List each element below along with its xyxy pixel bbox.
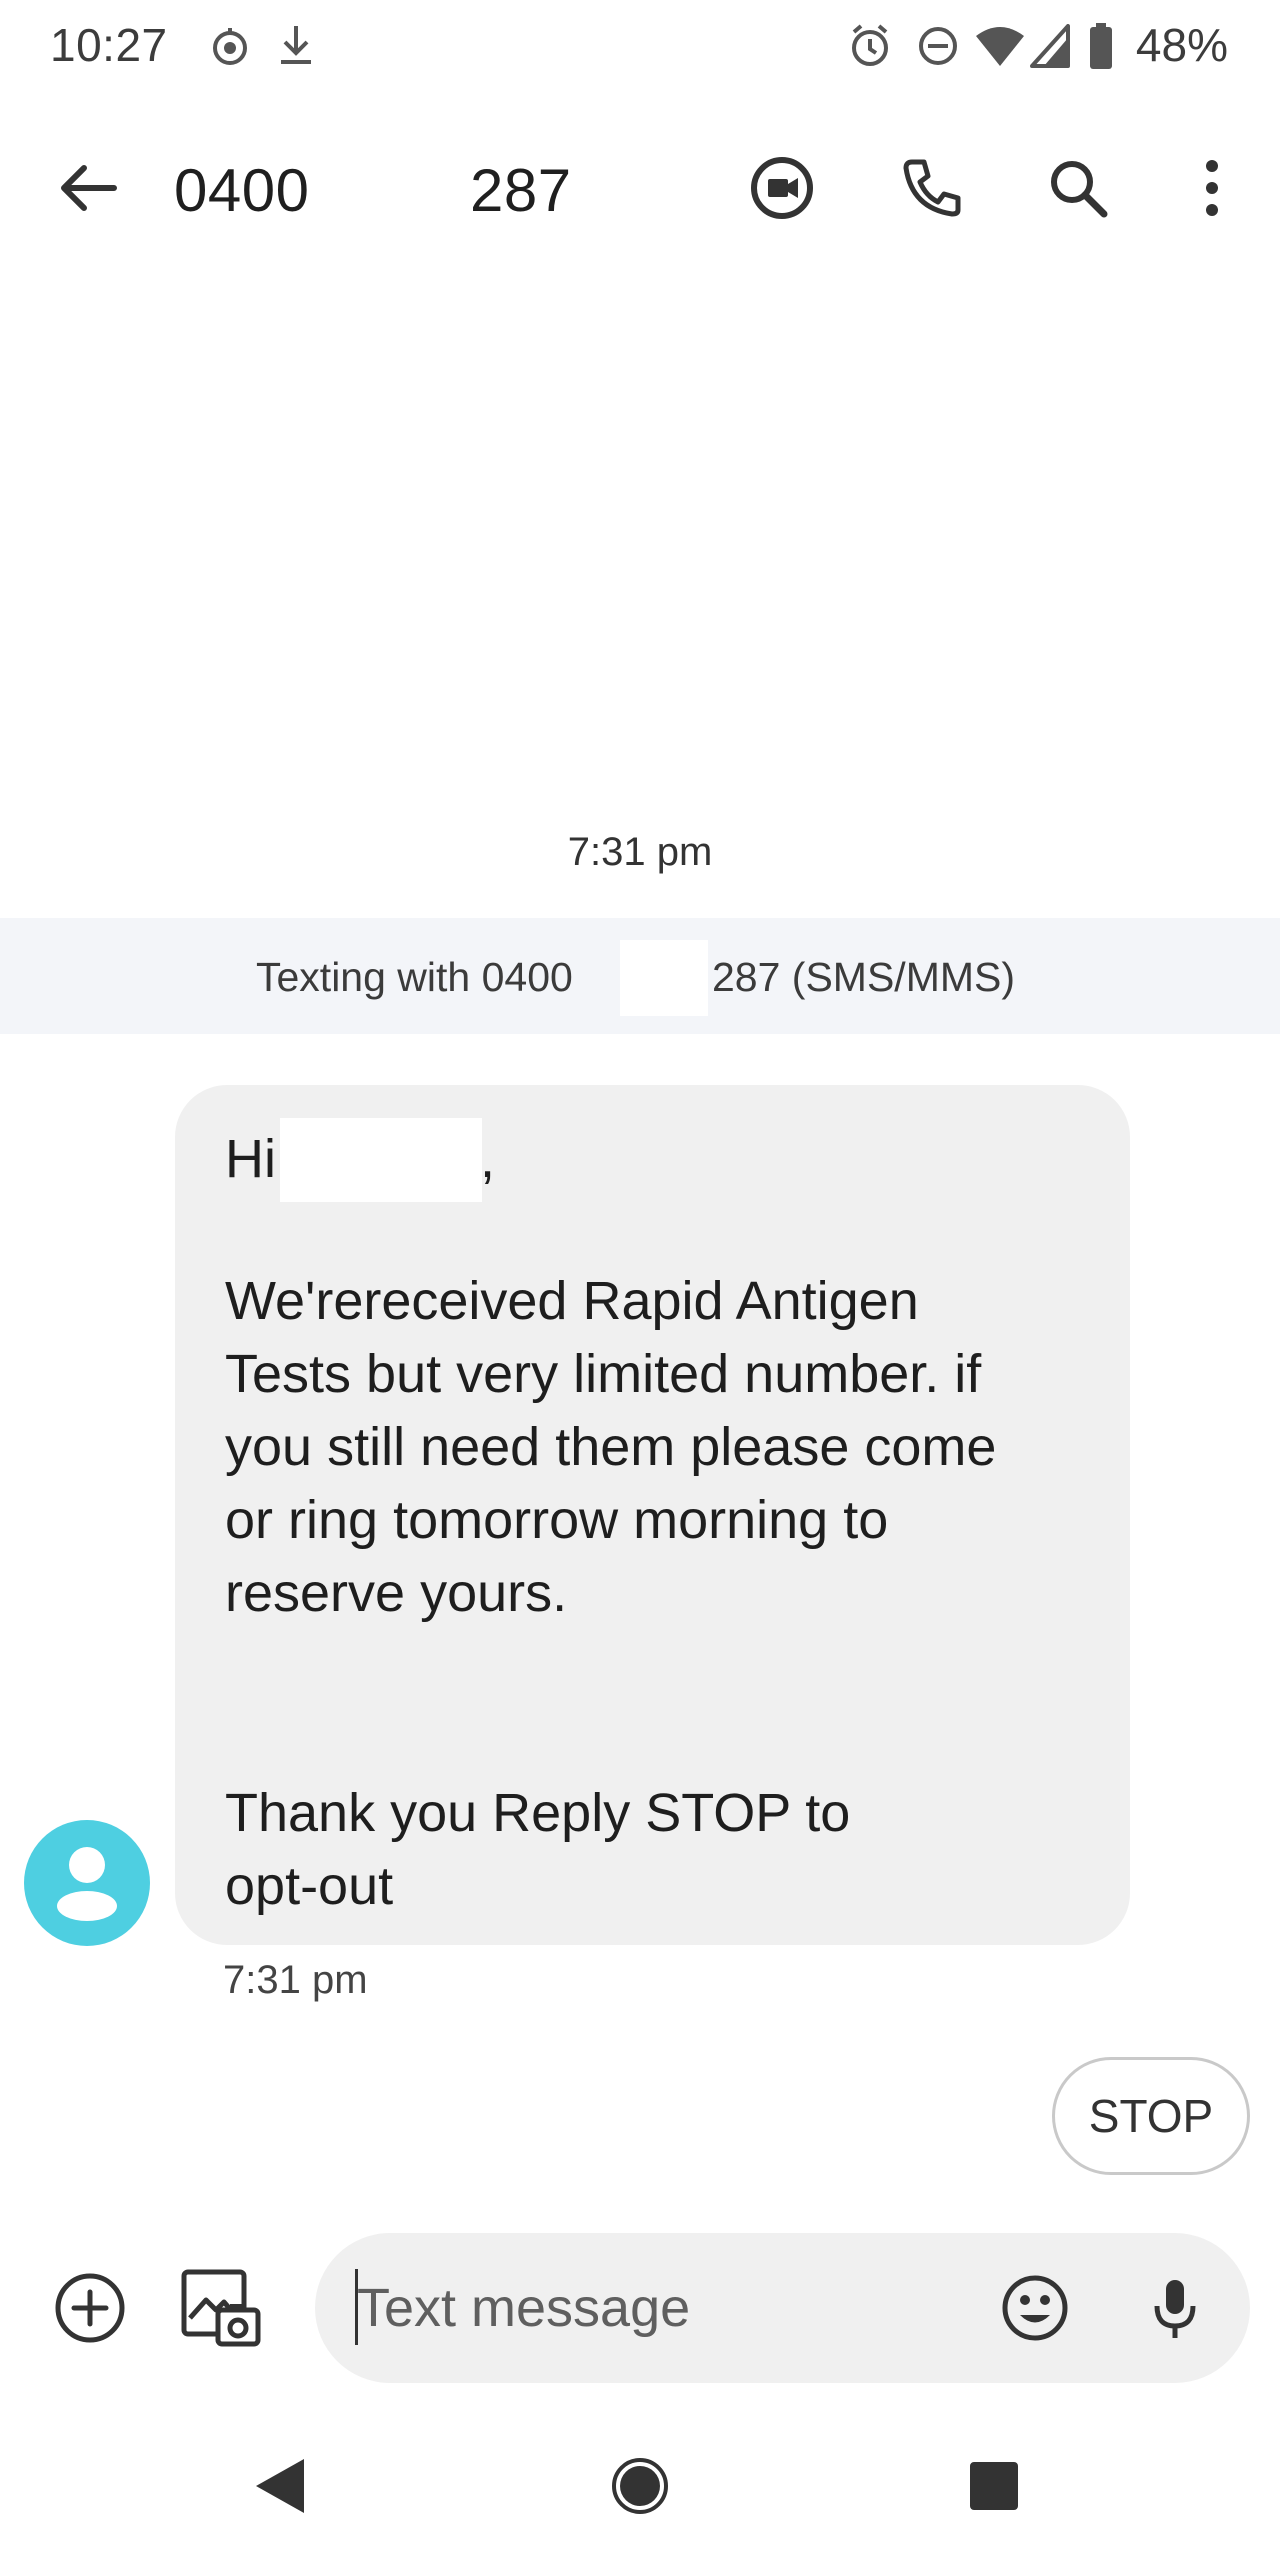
battery-percent: 48% — [1135, 19, 1228, 71]
nav-back-icon[interactable] — [250, 2455, 310, 2517]
status-time: 10:27 — [50, 19, 168, 71]
message-line: you still need them please come — [225, 1417, 997, 1477]
data-saver-icon — [213, 28, 247, 65]
contact-number-suffix: 287 — [470, 157, 572, 224]
message-line: opt-out — [225, 1856, 394, 1916]
banner-text-suffix: 287 (SMS/MMS) — [712, 954, 1015, 1000]
message-line: or ring tomorrow morning to — [225, 1490, 889, 1550]
status-bar: 10:27 48% — [0, 0, 1280, 90]
search-icon[interactable] — [1038, 148, 1118, 228]
contact-number-prefix: 0400 — [174, 157, 310, 224]
video-call-icon[interactable] — [742, 148, 822, 228]
back-arrow-icon[interactable] — [48, 148, 128, 228]
message-greeting-comma: , — [480, 1129, 496, 1189]
message-time: 7:31 pm — [223, 1958, 368, 2002]
compose-field[interactable] — [315, 2233, 1250, 2383]
messages-screen: 10:27 48% 0400 287 7:31 pm Texting with … — [0, 0, 1280, 2560]
nav-home-icon[interactable] — [610, 2456, 670, 2516]
gallery-icon[interactable] — [178, 2266, 262, 2350]
mic-icon[interactable] — [1135, 2268, 1215, 2348]
wifi-icon — [976, 27, 1024, 66]
message-greeting: Hi — [225, 1129, 276, 1189]
do-not-disturb-icon — [919, 27, 957, 65]
nav-recents-icon[interactable] — [968, 2460, 1020, 2512]
emoji-icon[interactable] — [995, 2268, 1075, 2348]
smart-reply-stop-button[interactable]: STOP — [1052, 2057, 1250, 2175]
incoming-message-bubble[interactable]: Hi , We'rereceived Rapid Antigen Tests b… — [175, 1085, 1130, 1945]
redaction-block — [280, 1118, 482, 1202]
message-line: Tests but very limited number. if — [225, 1344, 982, 1404]
add-icon[interactable] — [50, 2268, 130, 2348]
battery-icon — [1090, 23, 1112, 69]
message-line: reserve yours. — [225, 1563, 568, 1623]
person-icon — [57, 1847, 117, 1921]
app-bar: 0400 287 — [0, 120, 1280, 260]
message-line: We'rereceived Rapid Antigen — [225, 1271, 919, 1331]
message-line: Thank you Reply STOP to — [225, 1783, 851, 1843]
download-icon — [281, 26, 311, 64]
texting-with-banner: Texting with 0400 287 (SMS/MMS) — [0, 918, 1280, 1034]
text-message-input[interactable] — [357, 2273, 957, 2343]
cell-signal-icon — [1030, 24, 1070, 68]
phone-icon[interactable] — [892, 148, 972, 228]
redaction-block — [620, 940, 708, 1016]
conversation-timestamp: 7:31 pm — [567, 830, 713, 874]
alarm-icon — [852, 24, 888, 66]
more-vert-icon[interactable] — [1172, 148, 1252, 228]
text-caret — [355, 2269, 358, 2345]
contact-avatar[interactable] — [24, 1820, 150, 1946]
banner-text-prefix: Texting with 0400 — [256, 954, 573, 1000]
